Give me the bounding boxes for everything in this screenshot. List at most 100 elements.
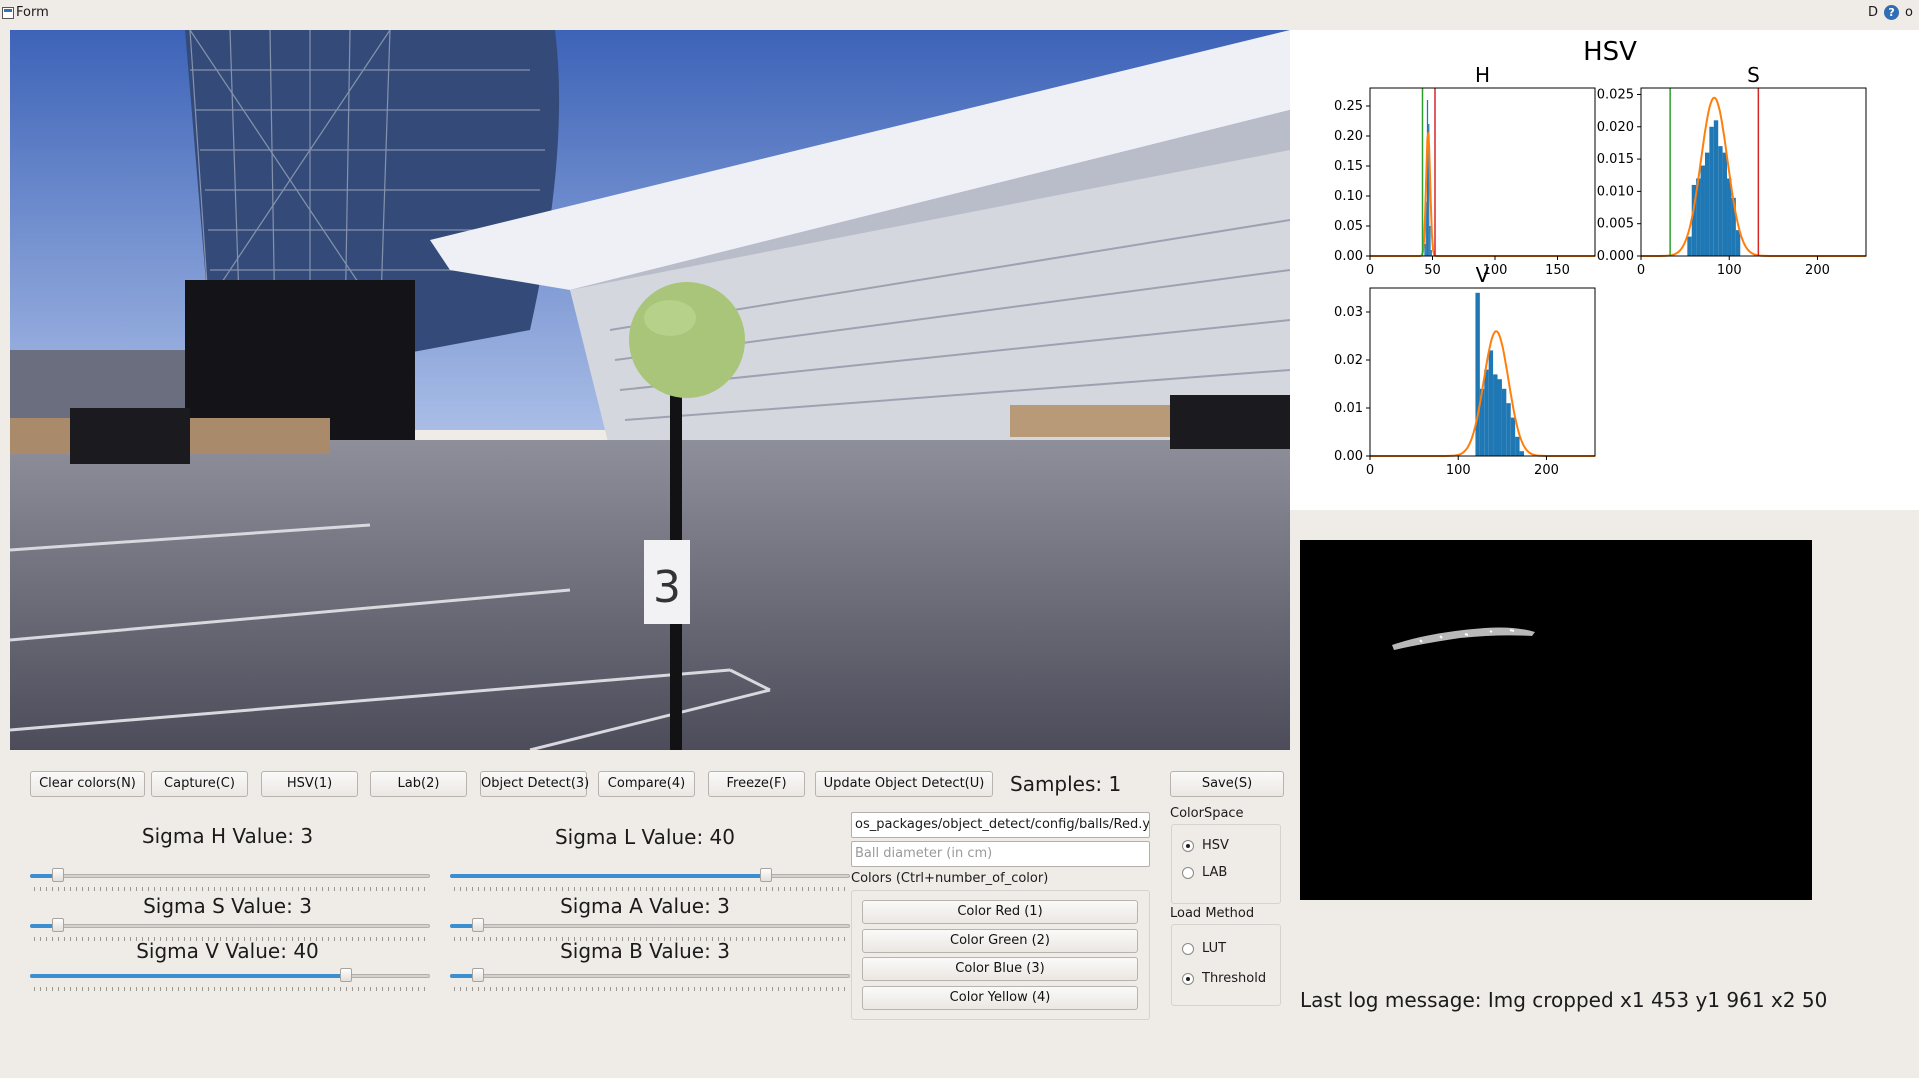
histogram-bar <box>1510 417 1516 456</box>
save-button[interactable]: Save(S) <box>1170 771 1284 797</box>
mask-preview <box>1300 540 1812 900</box>
camera-view[interactable]: 3 <box>10 30 1290 750</box>
color-blue-button[interactable]: Color Blue (3) <box>862 957 1138 981</box>
hsv-histogram-panel: HSV H 0 50 100 150 0.00 0.05 0.10 0.15 0.20 0.25 S 0 1… <box>1290 30 1919 510</box>
y-tick-label: 0.05 <box>1334 219 1363 234</box>
histogram-bar <box>1700 165 1705 256</box>
histogram-bar <box>1718 146 1723 256</box>
histogram-bar <box>1501 388 1507 456</box>
color-green-button[interactable]: Color Green (2) <box>862 929 1138 953</box>
gaussian-fit-line <box>1370 132 1595 257</box>
radio-indicator[interactable] <box>1182 866 1194 879</box>
histogram-bar <box>1519 451 1524 456</box>
x-tick-label: 0 <box>1366 463 1374 478</box>
config-path-field[interactable]: os_packages/object_detect/config/balls/R… <box>851 812 1150 838</box>
y-tick-label: 0.015 <box>1597 152 1634 167</box>
title-glyph: D <box>1868 5 1879 20</box>
plot-frame <box>1640 87 1867 257</box>
radio-indicator[interactable] <box>1182 942 1194 955</box>
color-yellow-button[interactable]: Color Yellow (4) <box>862 986 1138 1010</box>
subplot-title: S <box>1747 63 1760 87</box>
lab-button[interactable]: Lab(2) <box>370 771 467 797</box>
sigma-l-label: Sigma L Value: 40 <box>554 825 735 849</box>
sigma-a-slider[interactable] <box>450 918 850 941</box>
x-tick-label: 200 <box>1534 463 1559 478</box>
histogram-bar <box>1704 152 1710 256</box>
x-tick-label: 100 <box>1717 263 1742 278</box>
y-tick-label: 0.02 <box>1334 353 1363 368</box>
slider-handle[interactable] <box>472 968 484 982</box>
compare-button[interactable]: Compare(4) <box>598 771 695 797</box>
y-tick-label: 0.20 <box>1334 129 1363 144</box>
y-tick-label: 0.010 <box>1597 184 1634 199</box>
sigma-h-label: Sigma H Value: 3 <box>141 824 314 848</box>
y-tick-label: 0.025 <box>1597 87 1634 102</box>
histogram-bar <box>1687 236 1692 256</box>
x-tick-label: 200 <box>1805 263 1830 278</box>
load-method-lut-radio[interactable]: LUT <box>1182 941 1226 956</box>
help-icon[interactable]: ? <box>1884 5 1900 20</box>
load-method-threshold-radio[interactable]: Threshold <box>1182 971 1266 986</box>
gaussian-fit-line <box>1641 96 1866 257</box>
histogram-bar <box>1713 120 1719 256</box>
log-message: Last log message: Img cropped x1 453 y1 … <box>1300 988 1828 1012</box>
sigma-a-label: Sigma A Value: 3 <box>560 894 730 918</box>
update-object-detect-button[interactable]: Update Object Detect(U) <box>815 771 993 797</box>
y-tick-label: 0.00 <box>1334 449 1363 464</box>
ball-diameter-field[interactable]: Ball diameter (in cm) <box>851 841 1150 867</box>
radio-label: HSV <box>1202 838 1229 853</box>
radio-indicator[interactable] <box>1182 972 1194 985</box>
colorspace-title: ColorSpace <box>1170 806 1244 821</box>
clear-colors-button[interactable]: Clear colors(N) <box>30 771 145 797</box>
y-tick-label: 0.01 <box>1334 401 1363 416</box>
y-tick-label: 0.005 <box>1597 217 1634 232</box>
hsv-button[interactable]: HSV(1) <box>261 771 358 797</box>
x-tick-label: 150 <box>1545 263 1570 278</box>
green-ball <box>629 282 745 398</box>
histogram-bar <box>1493 374 1498 456</box>
colorspace-hsv-radio[interactable]: HSV <box>1182 838 1229 853</box>
slider-handle[interactable] <box>52 918 64 932</box>
x-tick-label: 50 <box>1424 263 1441 278</box>
object-detect-button[interactable]: Object Detect(3) <box>480 771 589 797</box>
histogram-bar <box>1484 369 1489 456</box>
sigma-l-slider[interactable] <box>450 868 850 891</box>
y-tick-label: 0.00 <box>1334 249 1363 264</box>
slider-handle[interactable] <box>472 918 484 932</box>
histogram-bar <box>1515 436 1520 456</box>
sigma-b-slider[interactable] <box>450 968 850 991</box>
sigma-v-label: Sigma V Value: 40 <box>136 939 319 963</box>
slider-handle[interactable] <box>760 868 772 882</box>
sigma-s-label: Sigma S Value: 3 <box>143 894 312 918</box>
radio-label: LUT <box>1202 941 1227 956</box>
chart-title: HSV <box>1583 37 1637 67</box>
slider-handle[interactable] <box>340 968 352 982</box>
histogram-bar <box>1424 244 1426 256</box>
colors-group-title: Colors (Ctrl+number_of_color) <box>851 871 1049 886</box>
sigma-s-slider[interactable] <box>30 918 430 941</box>
color-red-button[interactable]: Color Red (1) <box>862 900 1138 924</box>
x-tick-label: 100 <box>1446 463 1471 478</box>
sigma-b-label: Sigma B Value: 3 <box>560 939 730 963</box>
window-title: Form <box>16 5 49 20</box>
radio-indicator[interactable] <box>1182 839 1194 852</box>
histogram-bar <box>1506 403 1511 456</box>
y-tick-label: 0.10 <box>1334 189 1363 204</box>
y-tick-label: 0.25 <box>1334 99 1363 114</box>
freeze-button[interactable]: Freeze(F) <box>708 771 805 797</box>
title-bar-controls: D ? o <box>1868 5 1913 20</box>
capture-button[interactable]: Capture(C) <box>151 771 248 797</box>
slider-handle[interactable] <box>52 868 64 882</box>
sigma-v-slider[interactable] <box>30 968 430 991</box>
colorspace-group <box>1171 824 1281 904</box>
dark-building <box>185 280 415 440</box>
radio-label: Threshold <box>1202 971 1267 986</box>
histogram-bar <box>1722 152 1728 256</box>
histogram-bar <box>1430 250 1432 256</box>
samples-label: Samples: 1 <box>1010 772 1122 796</box>
colorspace-lab-radio[interactable]: LAB <box>1182 865 1227 880</box>
histogram-bar <box>1475 292 1480 456</box>
subplot-title: V <box>1476 263 1490 287</box>
title-glyph[interactable]: o <box>1905 5 1913 20</box>
sigma-h-slider[interactable] <box>30 868 430 891</box>
